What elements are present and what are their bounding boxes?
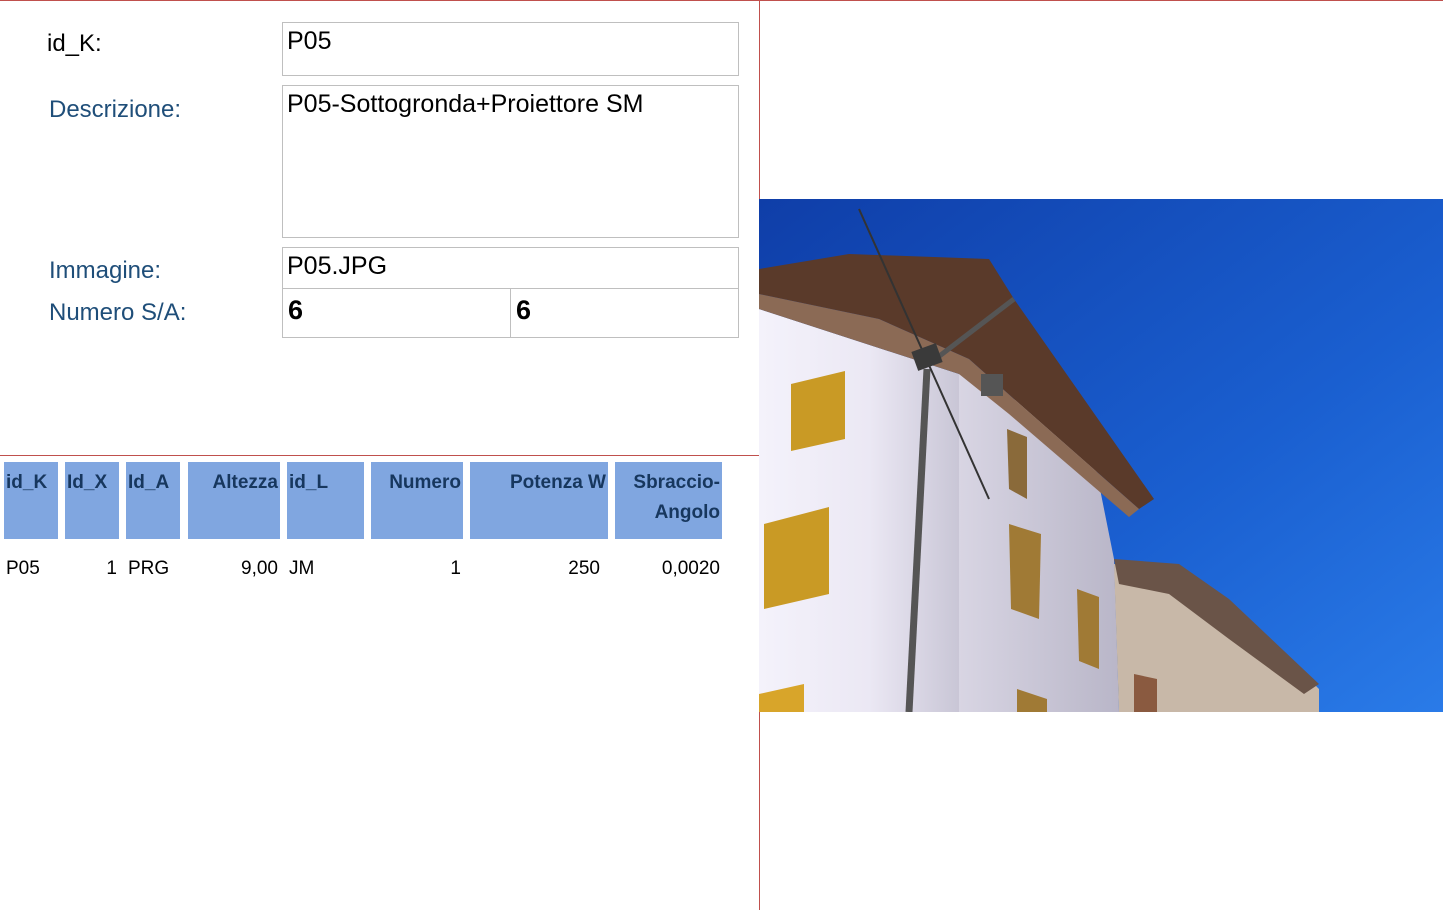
building-photo-graphic — [759, 199, 1443, 712]
immagine-label: Immagine: — [49, 257, 162, 284]
col-header-potenza[interactable]: Potenza W — [470, 462, 608, 539]
numero-s-field[interactable]: 6 — [282, 288, 511, 338]
cell-altezza[interactable]: 9,00 — [188, 555, 278, 583]
cell-id-x[interactable]: 1 — [65, 555, 117, 583]
cell-sbraccio[interactable]: 0,0020 — [615, 555, 720, 583]
descrizione-label: Descrizione: — [49, 96, 182, 123]
cell-id-l[interactable]: JM — [289, 555, 314, 583]
col-header-numero[interactable]: Numero — [371, 462, 463, 539]
cell-id-k[interactable]: P05 — [6, 555, 40, 583]
col-header-sbraccio-line1: Sbraccio- — [633, 472, 720, 493]
cell-potenza[interactable]: 250 — [470, 555, 600, 583]
col-header-id-x[interactable]: Id_X — [65, 462, 119, 539]
numero-a-field[interactable]: 6 — [510, 288, 739, 338]
cell-id-a[interactable]: PRG — [128, 555, 169, 583]
immagine-field[interactable]: P05.JPG — [282, 247, 739, 289]
top-border — [0, 0, 1443, 1]
cell-numero[interactable]: 1 — [371, 555, 461, 583]
horizontal-divider — [0, 455, 760, 456]
id-k-field[interactable]: P05 — [282, 22, 739, 76]
col-header-id-a[interactable]: Id_A — [126, 462, 180, 539]
building-photo — [759, 199, 1443, 712]
col-header-id-l[interactable]: id_L — [287, 462, 364, 539]
col-header-sbraccio-line2: Angolo — [654, 502, 720, 523]
descrizione-field[interactable]: P05-Sottogronda+Proiettore SM — [282, 85, 739, 238]
id-k-label: id_K: — [47, 30, 102, 57]
col-header-sbraccio-angolo[interactable]: Sbraccio- Angolo — [615, 462, 722, 539]
numero-sa-label: Numero S/A: — [49, 299, 187, 326]
col-header-id-k[interactable]: id_K — [4, 462, 58, 539]
col-header-altezza[interactable]: Altezza — [188, 462, 280, 539]
